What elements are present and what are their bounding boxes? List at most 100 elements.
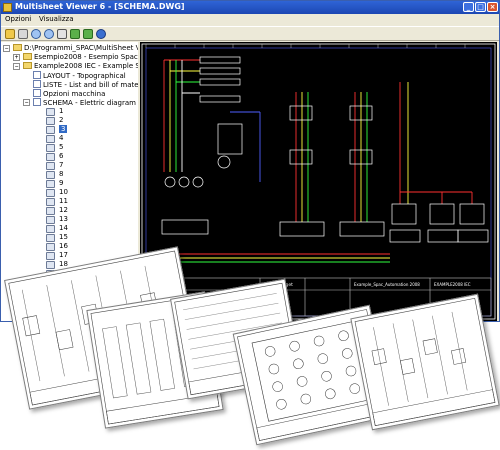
sheet-item-15[interactable]: 15	[59, 233, 68, 241]
sheet-item-11[interactable]: 11	[59, 197, 68, 205]
drawing-line	[46, 284, 65, 377]
sheet-item-9[interactable]: 9	[59, 179, 63, 187]
sheet-item-6[interactable]: 6	[59, 152, 63, 160]
sheet-icon	[46, 135, 55, 143]
sheet-item-13[interactable]: 13	[59, 215, 68, 223]
sheet-icon	[46, 198, 55, 206]
sheet-item-12[interactable]: 12	[59, 206, 68, 214]
title-bar[interactable]: Multisheet Viewer 6 - [SCHEMA.DWG] _ □ ×	[1, 1, 499, 14]
pushbutton-symbol	[345, 365, 357, 377]
menu-visualizza[interactable]: Visualizza	[39, 15, 73, 23]
sheet-item-1[interactable]: 1	[59, 107, 63, 115]
sheet-item-7[interactable]: 7	[59, 161, 63, 169]
tree-liste[interactable]: LISTE - List and bill of materials	[33, 80, 138, 89]
pushbutton-symbol	[338, 330, 349, 342]
menu-bar: Opzioni Visualizza	[1, 14, 499, 25]
expand-schema[interactable]: −	[23, 99, 30, 106]
sheet-icon	[46, 117, 55, 125]
tree-example-1[interactable]: Esempio2008 - Esempio Spac Automazione	[23, 53, 138, 62]
sheet-icon	[46, 180, 55, 188]
pushbutton-symbol	[325, 388, 336, 400]
sheet-icon	[46, 261, 55, 269]
window-title: Multisheet Viewer 6 - [SCHEMA.DWG]	[15, 2, 185, 11]
folder-icon	[23, 62, 32, 69]
sheet-title-block	[106, 393, 220, 425]
sheet-item-3[interactable]: 3	[59, 125, 68, 133]
document-icon	[33, 71, 41, 79]
vertical-scrollbar[interactable]	[497, 42, 499, 321]
sheet-icon	[46, 153, 55, 161]
sheet-item-10[interactable]: 10	[59, 188, 68, 196]
pushbutton-symbol	[321, 370, 332, 382]
sheet-icon	[46, 234, 55, 242]
pushbutton-symbol	[289, 340, 300, 352]
title-block-sheet-name: EXAMPLE2008 IEC	[434, 282, 471, 287]
drawing-line	[412, 319, 429, 399]
pushbutton-symbol	[349, 383, 360, 394]
drawing-line	[373, 327, 389, 406]
expand-example-1[interactable]: +	[13, 54, 20, 61]
electrical-schematic: SDProget Example_Spac_Automation 2008 EX…	[141, 43, 496, 320]
terminal-strip	[125, 322, 152, 395]
terminal-strip	[149, 318, 175, 391]
app-icon	[3, 3, 12, 12]
power-busbars	[158, 59, 473, 263]
drawing-line	[451, 311, 468, 391]
sheet-item-5[interactable]: 5	[59, 143, 63, 151]
pushbutton-symbol	[317, 353, 329, 364]
pushbutton-symbol	[313, 335, 325, 347]
printed-schematic-5	[354, 297, 496, 427]
menu-opzioni[interactable]: Opzioni	[5, 15, 31, 23]
document-icon	[33, 98, 41, 106]
sheet-icon	[46, 252, 55, 260]
sheet-icon	[46, 216, 55, 224]
expand-example-2[interactable]: −	[13, 63, 20, 70]
expand-root[interactable]: −	[3, 45, 10, 52]
drawing-line	[432, 315, 448, 395]
next-icon[interactable]	[83, 29, 93, 39]
component-symbol	[422, 338, 438, 356]
sheet-icon	[46, 207, 55, 215]
terminal-strip	[102, 326, 128, 399]
zoom-out-icon[interactable]	[44, 29, 54, 39]
tree-root[interactable]: D:\Programmi_SPAC\MultiSheet Viewer	[13, 44, 138, 53]
sheet-item-8[interactable]: 8	[59, 170, 63, 178]
pushbutton-symbol	[342, 348, 353, 359]
sheet-icon	[46, 108, 55, 116]
tree-schema[interactable]: SCHEMA - Elettric diagram	[33, 98, 136, 107]
maximize-button[interactable]: □	[475, 2, 486, 12]
sheet-icon	[46, 171, 55, 179]
sheet-icon	[46, 144, 55, 152]
document-icon	[33, 89, 41, 97]
sheet-icon	[46, 189, 55, 197]
printed-sheet-5	[350, 293, 500, 431]
pushbutton-symbol	[293, 358, 304, 370]
minimize-button[interactable]: _	[463, 2, 474, 12]
sheet-item-2[interactable]: 2	[59, 116, 63, 124]
sheet-icon	[46, 162, 55, 170]
tree-layout[interactable]: LAYOUT - Topographical	[33, 71, 126, 80]
pushbutton-symbol	[272, 381, 283, 392]
sheet-icon	[46, 225, 55, 233]
drawing-line	[183, 293, 277, 311]
document-icon	[33, 80, 41, 88]
tree-opzioni[interactable]: Opzioni macchina	[33, 89, 105, 98]
component-symbol	[400, 358, 416, 375]
pushbutton-symbol	[296, 376, 308, 387]
prev-icon[interactable]	[70, 29, 80, 39]
grid-icon[interactable]	[57, 29, 67, 39]
component-symbol	[451, 348, 467, 365]
zoom-in-icon[interactable]	[31, 29, 41, 39]
print-icon[interactable]	[18, 29, 28, 39]
tree-example-2[interactable]: Example2008 IEC - Example Spac Automatio…	[23, 62, 138, 71]
folder-icon	[23, 53, 32, 60]
sheet-item-16[interactable]: 16	[59, 242, 68, 250]
sheet-item-4[interactable]: 4	[59, 134, 63, 142]
sheet-item-14[interactable]: 14	[59, 224, 68, 232]
close-button[interactable]: ×	[487, 2, 498, 12]
drawing-viewer[interactable]: SDProget Example_Spac_Automation 2008 EX…	[140, 42, 497, 321]
help-icon[interactable]	[96, 29, 106, 39]
toolbar	[1, 26, 499, 41]
sheet-item-17[interactable]: 17	[59, 251, 68, 259]
open-icon[interactable]	[5, 29, 15, 39]
